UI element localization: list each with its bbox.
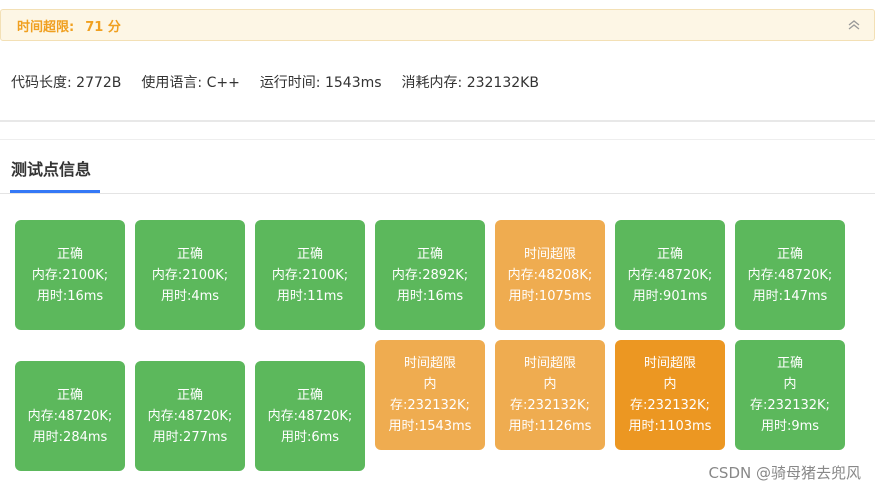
testcase-status: 正确 [776,356,803,371]
testcase-memory: 存:232132K; [630,398,710,413]
testcase-time: 用时:147ms [752,288,828,304]
testcase-status: 正确 [176,387,203,403]
testcase-memory: 存:232132K; [510,398,590,413]
testcase-time: 用时:1126ms [508,419,592,434]
testcase-box[interactable]: 正确内存:48720K; 用时:6ms [255,361,365,471]
run-time: 运行时间: 1543ms [259,75,382,91]
testcase-box[interactable]: 正确内存:2892K; 用时:16ms [375,220,485,330]
testcase-memory: 存:232132K; [750,398,830,413]
testcase-memory: 内存:2100K; [31,267,109,283]
tab-divider [0,193,875,194]
testcase-memory: 内存:48720K; [27,408,113,424]
testcase-time: 用时:11ms [276,288,344,304]
testcase-memory: 内存:48720K; [267,408,353,424]
tab-testcase-info[interactable]: 测试点信息 [11,156,91,180]
testcase-status: 时间超限 [523,356,576,371]
language: 使用语言: C++ [141,75,240,91]
testcase-memory: 内 [783,377,797,392]
testcase-status: 正确 [416,246,443,262]
result-status-label: 时间超限: [17,19,75,35]
testcase-box[interactable]: 时间超限内存:232132K; 用时:1103ms [615,340,725,450]
testcase-status: 正确 [176,246,203,262]
testcase-time: 用时:9ms [760,419,820,434]
testcase-memory: 内存:48208K; [507,267,593,283]
testcase-box[interactable]: 正确内存:2100K; 用时:11ms [255,220,365,330]
testcase-time: 用时:1103ms [628,419,712,434]
testcase-memory: 内存:48720K; [627,267,713,283]
testcase-memory: 内存:48720K; [147,408,233,424]
submission-info: 代码长度: 2772B 使用语言: C++ 运行时间: 1543ms 消耗内存:… [11,72,559,92]
testcase-time: 用时:277ms [152,429,228,445]
divider [0,139,875,140]
testcase-time: 用时:16ms [396,288,464,304]
testcase-status: 正确 [296,387,323,403]
testcase-status: 正确 [56,387,83,403]
result-banner[interactable]: 时间超限: 71 分 [0,9,875,41]
testcase-status: 时间超限 [643,356,696,371]
testcase-memory: 内存:2892K; [391,267,469,283]
testcase-time: 用时:901ms [632,288,708,304]
testcase-box[interactable]: 正确内存:2100K; 用时:16ms [15,220,125,330]
testcase-memory: 内存:48720K; [747,267,833,283]
testcase-memory: 内存:2100K; [271,267,349,283]
testcase-time: 用时:16ms [36,288,104,304]
testcase-box[interactable]: 时间超限内存:232132K; 用时:1126ms [495,340,605,450]
testcase-status: 正确 [656,246,683,262]
result-score: 71 分 [85,19,121,35]
testcase-memory: 存:232132K; [390,398,470,413]
testcase-time: 用时:1075ms [508,288,592,304]
testcase-memory: 内存:2100K; [151,267,229,283]
testcase-time: 用时:284ms [32,429,108,445]
code-length: 代码长度: 2772B [11,75,122,91]
testcase-box[interactable]: 时间超限内存:48208K; 用时:1075ms [495,220,605,330]
testcase-time: 用时:6ms [280,429,340,445]
testcase-status: 时间超限 [523,246,576,262]
testcase-box[interactable]: 时间超限内存:232132K; 用时:1543ms [375,340,485,450]
testcase-time: 用时:1543ms [388,419,472,434]
testcase-memory: 内 [423,377,437,392]
testcase-box[interactable]: 正确内存:232132K; 用时:9ms [735,340,845,450]
memory-usage: 消耗内存: 232132KB [401,75,539,91]
testcase-box[interactable]: 正确内存:48720K; 用时:284ms [15,361,125,471]
collapse-chevron-icon[interactable] [846,17,862,33]
testcase-status: 时间超限 [403,356,456,371]
testcase-box[interactable]: 正确内存:48720K; 用时:147ms [735,220,845,330]
divider [0,120,875,122]
testcase-box[interactable]: 正确内存:48720K; 用时:277ms [135,361,245,471]
testcase-status: 正确 [56,246,83,262]
watermark: CSDN @骑母猪去兜风 [708,464,861,482]
testcase-status: 正确 [296,246,323,262]
testcase-status: 正确 [776,246,803,262]
testcase-box[interactable]: 正确内存:2100K; 用时:4ms [135,220,245,330]
testcase-box[interactable]: 正确内存:48720K; 用时:901ms [615,220,725,330]
testcase-time: 用时:4ms [160,288,220,304]
testcase-memory: 内 [543,377,557,392]
testcase-memory: 内 [663,377,677,392]
